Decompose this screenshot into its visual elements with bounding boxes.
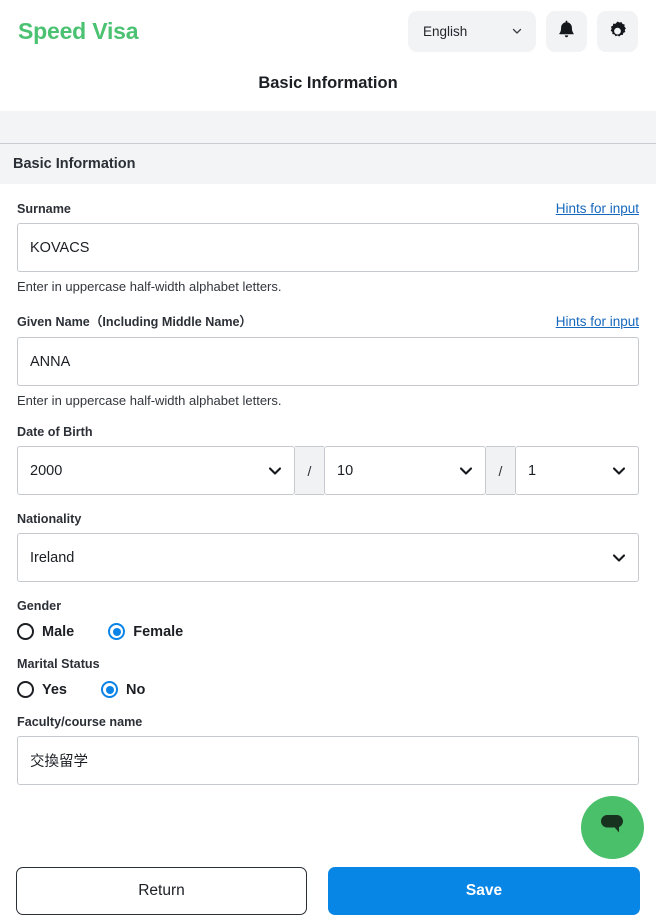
- nationality-label: Nationality: [17, 512, 82, 526]
- chevron-down-icon: [511, 25, 523, 37]
- faculty-course-name-input[interactable]: 交換留学: [17, 736, 639, 785]
- field-surname: Surname Hints for input KOVACS Enter in …: [17, 184, 639, 294]
- language-selector-value: English: [423, 23, 468, 39]
- surname-hints-link[interactable]: Hints for input: [556, 201, 639, 216]
- gear-icon: [606, 20, 629, 43]
- dob-year-select[interactable]: 2000: [17, 446, 295, 495]
- surname-label: Surname: [17, 202, 71, 216]
- app-root: Speed Visa English Basic Information Bas…: [0, 0, 656, 921]
- marital-status-option-no[interactable]: No: [101, 681, 145, 698]
- given-name-label-row: Given Name（Including Middle Name） Hints …: [17, 311, 639, 330]
- page-title: Basic Information: [258, 74, 398, 92]
- field-given-name: Given Name（Including Middle Name） Hints …: [17, 294, 639, 408]
- field-gender: Gender Male Female: [17, 582, 639, 640]
- top-bar-actions: English: [408, 10, 638, 52]
- dob-year-value: 2000: [30, 462, 63, 479]
- marital-status-option-yes-label: Yes: [42, 681, 67, 698]
- surname-helper-text: Enter in uppercase half-width alphabet l…: [17, 279, 282, 294]
- field-date-of-birth: Date of Birth 2000 / 10 / 1: [17, 408, 639, 495]
- gender-option-female[interactable]: Female: [108, 623, 183, 640]
- language-selector[interactable]: English: [408, 10, 536, 52]
- given-name-label: Given Name（Including Middle Name）: [17, 315, 253, 329]
- marital-status-option-no-label: No: [126, 681, 146, 698]
- section-header: Basic Information: [0, 144, 656, 184]
- marital-status-label: Marital Status: [17, 657, 100, 671]
- given-name-helper-text: Enter in uppercase half-width alphabet l…: [17, 393, 282, 408]
- faculty-course-name-label: Faculty/course name: [17, 715, 143, 729]
- given-name-input[interactable]: ANNA: [17, 337, 639, 386]
- gender-option-female-label: Female: [133, 623, 184, 640]
- gender-radio-group: Male Female: [17, 623, 639, 640]
- radio-icon: [17, 623, 34, 640]
- dob-day-value: 1: [528, 462, 537, 479]
- chat-bubble-icon: [598, 811, 628, 844]
- dob-month-select[interactable]: 10: [324, 446, 486, 495]
- bell-icon: [556, 20, 577, 42]
- date-of-birth-row: 2000 / 10 / 1: [17, 446, 639, 495]
- radio-icon: [17, 681, 34, 698]
- settings-button[interactable]: [597, 10, 638, 52]
- top-bar: Speed Visa English: [0, 0, 656, 62]
- notifications-button[interactable]: [546, 10, 587, 52]
- save-button[interactable]: Save: [328, 867, 640, 915]
- gender-option-male-label: Male: [42, 623, 75, 640]
- nationality-select[interactable]: Ireland: [17, 533, 639, 582]
- radio-icon-selected: [108, 623, 126, 640]
- surname-input[interactable]: KOVACS: [17, 223, 639, 272]
- gender-option-male[interactable]: Male: [17, 623, 74, 640]
- dob-separator-1: /: [295, 446, 324, 495]
- app-logo[interactable]: Speed Visa: [18, 18, 139, 45]
- field-nationality: Nationality Ireland: [17, 495, 639, 582]
- basic-information-form: Surname Hints for input KOVACS Enter in …: [0, 184, 656, 785]
- chat-widget-button[interactable]: [581, 796, 644, 859]
- marital-status-option-yes[interactable]: Yes: [17, 681, 67, 698]
- dob-month-value: 10: [337, 462, 354, 479]
- given-name-hints-link[interactable]: Hints for input: [556, 314, 639, 329]
- gender-label: Gender: [17, 599, 62, 613]
- date-of-birth-label: Date of Birth: [17, 425, 93, 439]
- field-faculty-course-name: Faculty/course name 交換留学: [17, 698, 639, 785]
- progress-strip: [0, 111, 656, 144]
- radio-icon-selected: [101, 681, 118, 698]
- marital-status-radio-group: Yes No: [17, 681, 639, 698]
- nationality-value: Ireland: [30, 549, 75, 566]
- dob-separator-2: /: [486, 446, 515, 495]
- dob-day-select[interactable]: 1: [515, 446, 639, 495]
- field-marital-status: Marital Status Yes No: [17, 640, 639, 698]
- action-bar: Return Save: [0, 861, 656, 921]
- surname-label-row: Surname Hints for input: [17, 201, 639, 216]
- return-button[interactable]: Return: [16, 867, 307, 915]
